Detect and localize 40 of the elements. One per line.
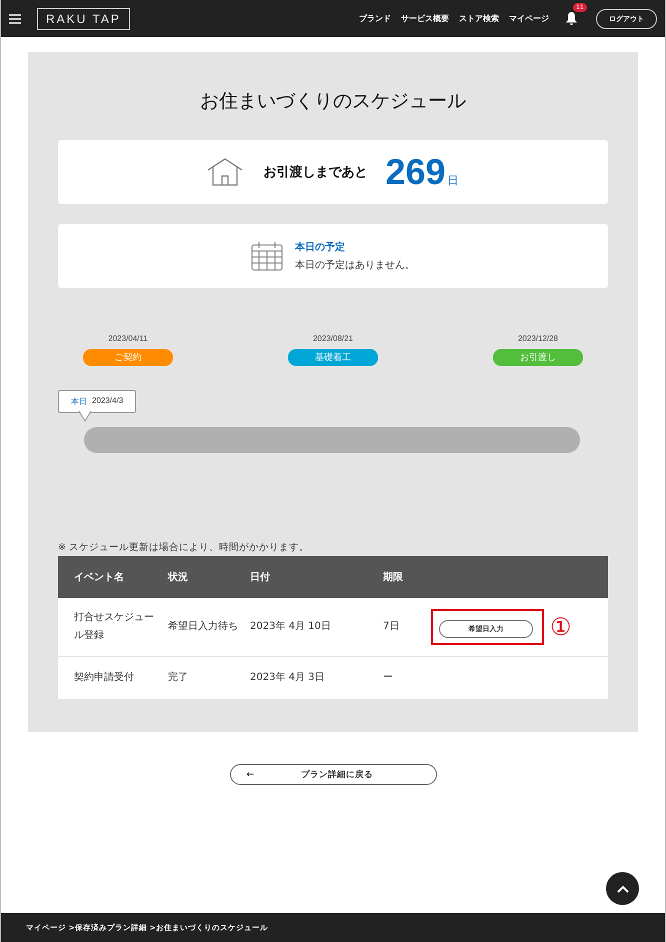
milestone-date: 2023/08/21 [312,334,354,343]
table-cell-text: 打合せスケジュール登録 [74,610,155,643]
menu-icon[interactable] [9,14,21,24]
column-header: 日付 [250,570,271,584]
house-icon [207,158,244,186]
back-button[interactable]: ← プラン詳細に戻る [230,764,436,785]
annotation-number: ① [550,615,572,639]
today-label: 本日 [71,396,87,407]
today-date: 2023/4/3 [92,396,124,407]
milestone-date: 2023/04/11 [108,334,148,343]
column-header: 期限 [383,570,404,584]
column-header: イベント名 [74,570,125,584]
table-cell-text: 希望日入力待ち [168,620,239,634]
milestone-date: 2023/12/28 [518,334,558,343]
milestone-label: 基礎着工 [288,349,378,366]
today-heading: 本日の予定 [295,240,346,254]
nav-link[interactable]: マイページ [509,13,549,24]
days-unit: 日 [448,173,459,188]
bell-icon[interactable] [565,11,578,26]
days-count: 269 [385,151,446,193]
scroll-top-button[interactable] [606,872,639,905]
countdown-label: お引渡しまであと [263,164,368,181]
table-cell-text: 2023年 4月 3日 [250,671,326,685]
table-cell-text: ー [383,671,394,685]
table-cell-text: 7日 [383,620,400,634]
nav-link[interactable]: ストア検索 [459,13,499,24]
logo[interactable]: RAKU TAP [37,8,130,30]
update-note: ※ スケジュール更新は場合により、時間がかかります。 [58,541,310,554]
nav-link[interactable]: ブランド [359,13,391,24]
milestone-label: ご契約 [83,349,173,366]
milestone-label: お引渡し [493,349,583,366]
nav-link[interactable]: サービス概要 [401,13,449,24]
table-cell-text: 契約申請受付 [74,670,135,685]
column-header: 状況 [168,570,189,584]
table-cell-text: 2023年 4月 10日 [250,620,332,634]
chevron-up-icon [616,884,628,892]
calendar-icon [251,241,283,271]
today-message: 本日の予定はありません。 [295,258,415,272]
table-cell-text: 完了 [168,670,189,685]
page-title: お住まいづくりのスケジュール [199,89,467,114]
